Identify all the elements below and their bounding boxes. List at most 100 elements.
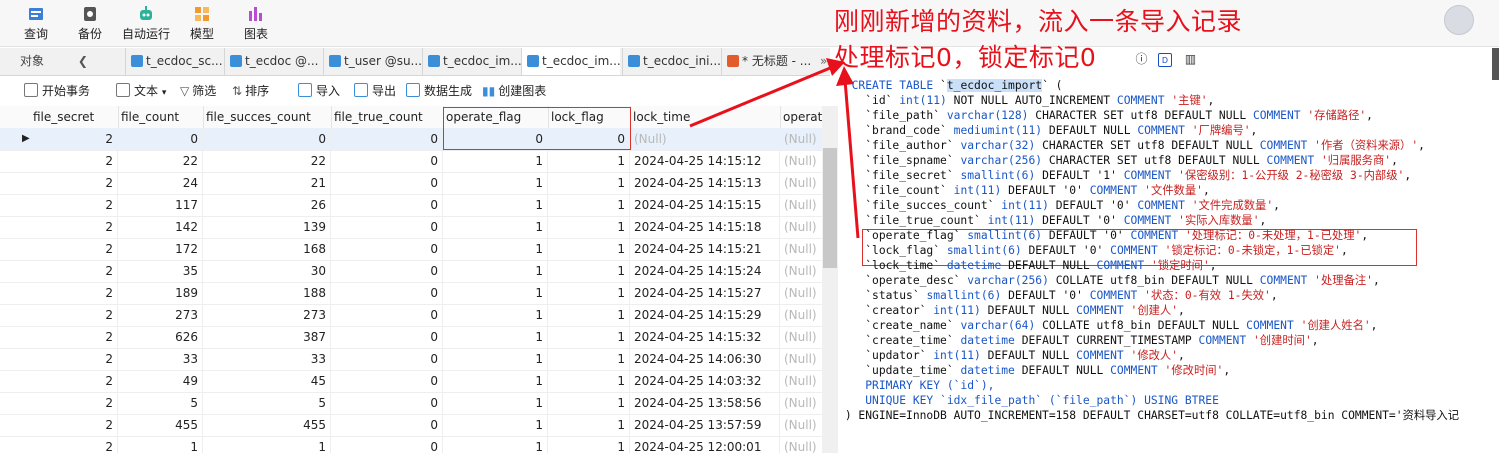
table-cell[interactable]: (Null) — [780, 150, 822, 172]
chart-button[interactable]: 图表 — [228, 2, 284, 44]
model-button[interactable]: 模型 — [174, 2, 230, 44]
table-cell[interactable]: 5 — [203, 392, 331, 414]
table-cell[interactable]: 1 — [443, 348, 548, 370]
tab-objects[interactable]: 对象 ❮ — [0, 48, 108, 75]
table-cell[interactable]: 0 — [331, 172, 443, 194]
column-header[interactable]: file_true_count — [331, 106, 444, 128]
table-cell[interactable]: 455 — [118, 414, 203, 436]
table-cell[interactable]: (Null) — [780, 348, 822, 370]
table-cell[interactable]: 2 — [30, 414, 118, 436]
table-cell[interactable]: 273 — [203, 304, 331, 326]
ddl-icon[interactable]: D — [1158, 53, 1172, 67]
table-cell[interactable]: 0 — [548, 128, 630, 150]
table-cell[interactable]: 455 — [203, 414, 331, 436]
table-cell[interactable]: 1 — [548, 282, 630, 304]
table-cell[interactable]: 2024-04-25 14:15:18 — [630, 216, 780, 238]
table-row[interactable]: ▶ 2 0 0 0 0 0 (Null) (Null) — [0, 128, 822, 151]
table-cell[interactable]: 1 — [548, 150, 630, 172]
right-panel-scrollbar[interactable] — [1492, 48, 1499, 80]
table-cell[interactable]: 2024-04-25 12:00:01 — [630, 436, 780, 453]
column-header[interactable]: file_count — [118, 106, 204, 128]
table-cell[interactable]: 1 — [548, 216, 630, 238]
table-cell[interactable]: 0 — [331, 348, 443, 370]
table-cell[interactable]: (Null) — [780, 326, 822, 348]
table-cell[interactable]: 2024-04-25 14:06:30 — [630, 348, 780, 370]
table-cell[interactable]: 33 — [118, 348, 203, 370]
table-cell[interactable]: 2 — [30, 216, 118, 238]
table-cell[interactable]: (Null) — [780, 370, 822, 392]
table-cell[interactable]: 22 — [203, 150, 331, 172]
table-cell[interactable]: 0 — [331, 150, 443, 172]
table-cell[interactable]: (Null) — [780, 392, 822, 414]
tab-4[interactable]: t_ecdoc_im... — [422, 48, 521, 75]
backup-button[interactable]: 备份 — [62, 2, 118, 44]
table-cell[interactable]: 2024-04-25 14:15:27 — [630, 282, 780, 304]
table-row[interactable]: 2 626 387 0 1 1 2024-04-25 14:15:32 (Null) — [0, 326, 822, 349]
tab-2[interactable]: t_ecdoc @... — [224, 48, 323, 75]
table-cell[interactable]: 1 — [118, 436, 203, 453]
table-row[interactable]: 2 5 5 0 1 1 2024-04-25 13:58:56 (Null) — [0, 392, 822, 415]
table-cell[interactable]: 1 — [443, 304, 548, 326]
text-view-button[interactable]: 文本 ▾ — [116, 82, 166, 100]
grid-scroll-thumb[interactable] — [823, 148, 837, 268]
chevron-left-icon[interactable]: ❮ — [78, 54, 88, 68]
table-row[interactable]: 2 117 26 0 1 1 2024-04-25 14:15:15 (Null) — [0, 194, 822, 217]
table-cell[interactable]: 2024-04-25 13:57:59 — [630, 414, 780, 436]
table-cell[interactable]: 1 — [443, 194, 548, 216]
table-cell[interactable]: 2 — [30, 326, 118, 348]
table-cell[interactable]: 2 — [30, 260, 118, 282]
table-row[interactable]: 2 22 22 0 1 1 2024-04-25 14:15:12 (Null) — [0, 150, 822, 173]
table-cell[interactable]: 0 — [331, 304, 443, 326]
table-cell[interactable]: 1 — [443, 282, 548, 304]
table-cell[interactable]: 30 — [203, 260, 331, 282]
table-cell[interactable]: (Null) — [780, 282, 822, 304]
table-cell[interactable]: 2 — [30, 150, 118, 172]
table-row[interactable]: 2 1 1 0 1 1 2024-04-25 12:00:01 (Null) — [0, 436, 822, 453]
table-cell[interactable]: (Null) — [630, 128, 780, 150]
table-cell[interactable]: 22 — [118, 150, 203, 172]
table-cell[interactable]: 0 — [331, 194, 443, 216]
table-cell[interactable]: 0 — [331, 238, 443, 260]
table-cell[interactable]: (Null) — [780, 260, 822, 282]
table-cell[interactable]: 33 — [203, 348, 331, 370]
table-cell[interactable]: 1 — [443, 326, 548, 348]
data-generation-button[interactable]: 数据生成 — [406, 82, 472, 100]
table-cell[interactable]: 1 — [443, 392, 548, 414]
table-cell[interactable]: 2 — [30, 304, 118, 326]
table-cell[interactable]: 1 — [443, 216, 548, 238]
table-row[interactable]: 2 35 30 0 1 1 2024-04-25 14:15:24 (Null) — [0, 260, 822, 283]
table-cell[interactable]: (Null) — [780, 172, 822, 194]
table-row[interactable]: 2 142 139 0 1 1 2024-04-25 14:15:18 (Null) — [0, 216, 822, 239]
table-cell[interactable]: 117 — [118, 194, 203, 216]
tab-5-active[interactable]: t_ecdoc_im... — [521, 48, 620, 75]
table-cell[interactable]: 0 — [203, 128, 331, 150]
table-cell[interactable]: 2 — [30, 238, 118, 260]
filter-button[interactable]: ▽ 筛选 — [180, 82, 216, 100]
table-cell[interactable]: (Null) — [780, 436, 822, 453]
table-cell[interactable]: 1 — [443, 172, 548, 194]
table-cell[interactable]: 1 — [548, 172, 630, 194]
table-cell[interactable]: 0 — [331, 128, 443, 150]
table-cell[interactable]: 273 — [118, 304, 203, 326]
user-avatar[interactable] — [1444, 5, 1474, 35]
table-cell[interactable]: (Null) — [780, 414, 822, 436]
table-cell[interactable]: 1 — [548, 194, 630, 216]
create-chart-button[interactable]: ▮▮ 创建图表 — [482, 82, 546, 100]
table-cell[interactable]: (Null) — [780, 216, 822, 238]
table-cell[interactable]: 0 — [331, 216, 443, 238]
table-cell[interactable]: 0 — [331, 282, 443, 304]
table-cell[interactable]: 1 — [203, 436, 331, 453]
table-cell[interactable]: 2 — [30, 172, 118, 194]
tab-1[interactable]: t_ecdoc_sc... — [125, 48, 224, 75]
table-cell[interactable]: 189 — [118, 282, 203, 304]
table-row[interactable]: 2 24 21 0 1 1 2024-04-25 14:15:13 (Null) — [0, 172, 822, 195]
table-cell[interactable]: (Null) — [780, 238, 822, 260]
table-row[interactable]: 2 172 168 0 1 1 2024-04-25 14:15:21 (Null) — [0, 238, 822, 261]
tab-7[interactable]: * 无标题 - ... — [721, 48, 820, 75]
table-cell[interactable]: 2024-04-25 14:03:32 — [630, 370, 780, 392]
table-cell[interactable]: 1 — [548, 414, 630, 436]
table-cell[interactable]: 387 — [203, 326, 331, 348]
table-cell[interactable]: 1 — [443, 150, 548, 172]
table-row[interactable]: 2 33 33 0 1 1 2024-04-25 14:06:30 (Null) — [0, 348, 822, 371]
tab-3[interactable]: t_user @su... — [323, 48, 422, 75]
